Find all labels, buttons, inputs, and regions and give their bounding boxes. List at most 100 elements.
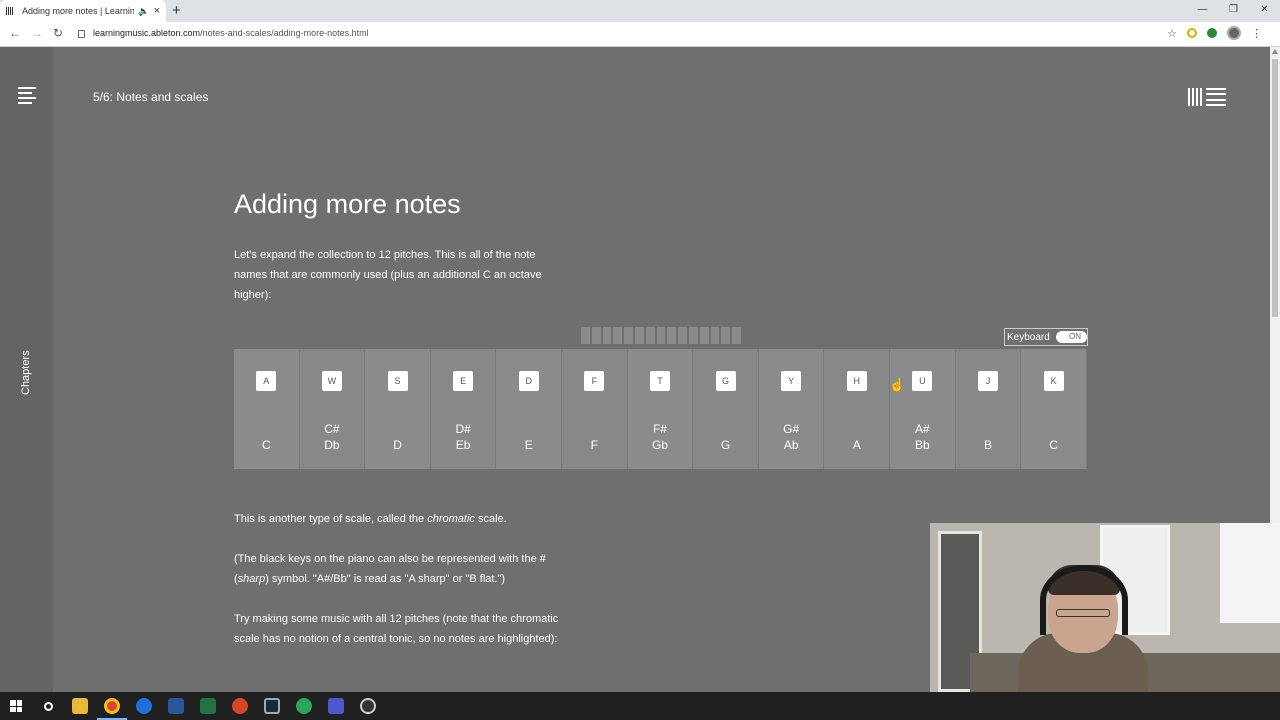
new-tab-button[interactable]: + xyxy=(172,2,181,19)
taskbar-word[interactable] xyxy=(160,692,192,720)
note-name-flat: Db xyxy=(324,438,340,452)
note-name: D xyxy=(393,438,402,452)
note-name-flat: Eb xyxy=(455,438,471,452)
note-name: F xyxy=(590,438,599,452)
key-shortcut-label: T xyxy=(649,371,670,391)
left-sidebar: Chapters xyxy=(0,47,53,692)
powerpoint-icon xyxy=(232,698,248,714)
piano-key[interactable]: KC xyxy=(1021,349,1087,469)
reload-icon[interactable]: ↻ xyxy=(53,26,63,40)
taskbar-explorer[interactable] xyxy=(64,692,96,720)
intro-paragraph: Let's expand the collection to 12 pitche… xyxy=(234,249,542,301)
ableton-logo-icon[interactable] xyxy=(1188,88,1230,106)
piano-key[interactable]: AC xyxy=(234,349,300,469)
webcam-overlay xyxy=(930,523,1280,692)
browser-tab[interactable]: Adding more notes | Learnin 🔈 × xyxy=(0,0,166,22)
hand-cursor-icon: ☝ xyxy=(889,377,906,392)
note-name-flat: Bb xyxy=(915,438,930,452)
note-name: A xyxy=(852,438,861,452)
windows-logo-icon xyxy=(10,700,22,712)
app-blue-icon xyxy=(136,698,152,714)
note-name: E xyxy=(524,438,533,452)
menu-lines-icon[interactable] xyxy=(18,87,36,107)
key-shortcut-label: E xyxy=(453,371,474,391)
breadcrumb[interactable]: 5/6: Notes and scales xyxy=(93,90,208,104)
steam-icon xyxy=(264,698,280,714)
taskbar-search-button[interactable] xyxy=(32,692,64,720)
keyboard-toggle-label: Keyboard xyxy=(1007,331,1050,343)
back-arrow-icon[interactable]: ← xyxy=(9,26,21,40)
piano-key[interactable]: E D# Eb xyxy=(430,349,497,469)
speaker-icon[interactable]: 🔈 xyxy=(138,6,149,17)
note-name: C xyxy=(261,438,271,452)
note-name: B xyxy=(984,438,993,452)
try-paragraph: Try making some music with all 12 pitche… xyxy=(234,613,559,645)
key-shortcut-label: G xyxy=(715,371,736,391)
key-shortcut-label: F xyxy=(584,371,605,391)
chapters-toggle[interactable]: Chapters xyxy=(20,350,32,395)
piano-key[interactable]: U A# Bb xyxy=(890,349,956,469)
note-name-sharp: D# xyxy=(455,422,471,436)
address-bar: ← → ↻ learningmusic.ableton.com /notes-a… xyxy=(0,22,1280,47)
scroll-up-icon[interactable] xyxy=(1272,49,1278,54)
black-keys-text-em: sharp xyxy=(237,573,266,585)
key-shortcut-label: S xyxy=(387,371,408,391)
piano-key[interactable]: HA xyxy=(824,349,891,469)
taskbar-powerpoint[interactable] xyxy=(224,692,256,720)
minimize-button[interactable]: — xyxy=(1187,0,1218,22)
taskbar-obs[interactable] xyxy=(352,692,384,720)
black-keys-text-post: ) symbol. "A#/Bb" is read as "A sharp" o… xyxy=(265,573,506,585)
taskbar-excel[interactable] xyxy=(192,692,224,720)
teams-icon xyxy=(328,698,344,714)
mini-keyboard-overview[interactable] xyxy=(581,327,741,344)
key-shortcut-label: W xyxy=(321,371,342,391)
taskbar-chrome[interactable] xyxy=(96,692,128,720)
note-name-sharp: G# xyxy=(783,422,800,436)
key-shortcut-label: Y xyxy=(781,371,802,391)
url-host: learningmusic.ableton.com xyxy=(93,28,201,38)
note-name-sharp: C# xyxy=(324,422,340,436)
key-shortcut-label: U xyxy=(912,371,933,391)
tab-close-icon[interactable]: × xyxy=(154,5,160,17)
taskbar-app-blue[interactable] xyxy=(128,692,160,720)
chromatic-text-em: chromatic xyxy=(427,513,475,525)
taskbar-teams[interactable] xyxy=(320,692,352,720)
url-field[interactable]: learningmusic.ableton.com /notes-and-sca… xyxy=(78,28,369,38)
note-name-sharp: F# xyxy=(652,422,667,436)
note-name-flat: Ab xyxy=(783,438,799,452)
piano-key[interactable]: SD xyxy=(365,349,431,469)
piano-key[interactable]: Y G# Ab xyxy=(758,349,825,469)
chromatic-text-post: scale. xyxy=(474,513,507,525)
piano-key[interactable]: W C# Db xyxy=(299,349,366,469)
start-button[interactable] xyxy=(0,692,32,720)
obs-icon xyxy=(360,698,376,714)
note-name-flat: Gb xyxy=(651,438,668,452)
extension-circle-icon[interactable] xyxy=(1187,28,1197,38)
piano-key[interactable]: DE xyxy=(496,349,563,469)
profile-avatar-icon[interactable] xyxy=(1227,26,1241,40)
piano-key[interactable]: T F# Gb xyxy=(627,349,694,469)
taskbar-steam[interactable] xyxy=(256,692,288,720)
forward-arrow-icon[interactable]: → xyxy=(31,26,43,40)
lock-icon xyxy=(78,30,85,38)
keyboard-toggle-switch[interactable]: ON xyxy=(1055,331,1087,343)
piano-key[interactable]: JB xyxy=(955,349,1022,469)
piano-key[interactable]: GG xyxy=(693,349,759,469)
page-title: Adding more notes xyxy=(234,189,461,219)
search-icon xyxy=(43,701,53,711)
bookmark-star-icon[interactable]: ☆ xyxy=(1167,27,1177,40)
menu-kebab-icon[interactable]: ⋮ xyxy=(1251,27,1262,40)
extension-green-icon[interactable] xyxy=(1207,28,1217,38)
close-window-button[interactable]: ✕ xyxy=(1249,0,1280,22)
windows-taskbar xyxy=(0,692,1280,720)
note-name: C xyxy=(1049,438,1058,452)
piano-key[interactable]: FF xyxy=(562,349,628,469)
file-explorer-icon xyxy=(72,698,88,714)
restore-button[interactable]: ❐ xyxy=(1218,0,1249,22)
key-shortcut-label: J xyxy=(978,371,998,391)
scrollbar-thumb[interactable] xyxy=(1272,59,1278,317)
window-controls: — ❐ ✕ xyxy=(1187,0,1280,22)
chromatic-text-pre: This is another type of scale, called th… xyxy=(234,513,428,525)
taskbar-app-green[interactable] xyxy=(288,692,320,720)
keyboard-toggle[interactable]: Keyboard ON xyxy=(1004,328,1088,346)
